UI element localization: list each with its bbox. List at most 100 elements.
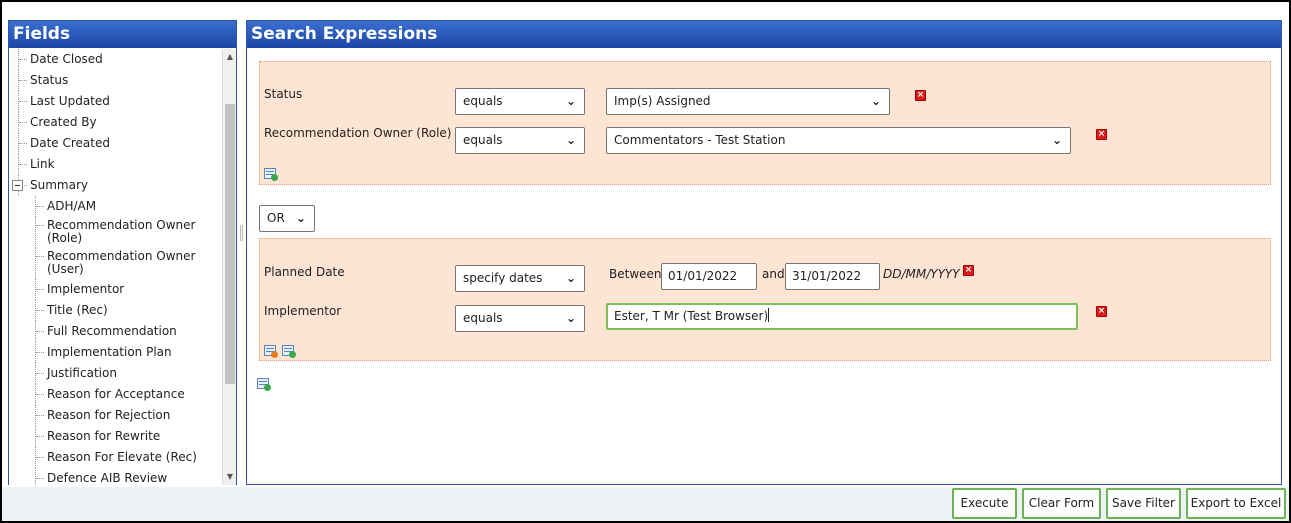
fields-tree: Date Closed Status Last Updated Created … bbox=[9, 49, 223, 485]
tree-item-full-recommendation[interactable]: Full Recommendation bbox=[9, 321, 223, 342]
search-panel-title: Search Expressions bbox=[247, 21, 1281, 48]
condition-field-label: Recommendation Owner (Role) bbox=[264, 126, 452, 140]
tree-item-adh-am[interactable]: ADH/AM bbox=[9, 196, 223, 217]
connector-select[interactable]: OR ⌄ bbox=[259, 205, 315, 232]
collapse-icon[interactable] bbox=[12, 180, 23, 191]
select-value: equals bbox=[463, 133, 503, 147]
tree-item-label: Date Closed bbox=[30, 52, 103, 66]
expression-group-1: Status equals ⌄ Imp(s) Assigned ⌄ × Reco… bbox=[259, 61, 1271, 185]
tree-item-summary[interactable]: Summary bbox=[9, 175, 223, 196]
chevron-down-icon: ⌄ bbox=[565, 311, 576, 325]
delete-condition-icon[interactable]: × bbox=[1096, 306, 1107, 317]
input-value: Ester, T Mr (Test Browser) bbox=[614, 309, 769, 323]
fields-panel: Fields Date Closed Status Last Updated C… bbox=[8, 20, 237, 485]
fields-panel-title: Fields bbox=[9, 21, 236, 48]
expression-group-2: Planned Date specify dates ⌄ Between 01/… bbox=[259, 238, 1271, 361]
operator-select[interactable]: specify dates ⌄ bbox=[455, 265, 585, 292]
remove-group-icon[interactable] bbox=[264, 345, 278, 358]
chevron-down-icon: ⌄ bbox=[565, 271, 576, 285]
tree-item-label: Title (Rec) bbox=[47, 303, 108, 317]
tree-item-implementor[interactable]: Implementor bbox=[9, 279, 223, 300]
action-toolbar: Execute Clear Form Save Filter Export to… bbox=[2, 487, 1289, 521]
save-filter-button[interactable]: Save Filter bbox=[1106, 488, 1181, 519]
tree-item-label: Link bbox=[30, 157, 55, 171]
chevron-down-icon: ⌄ bbox=[870, 94, 881, 108]
select-value: equals bbox=[463, 311, 503, 325]
delete-condition-icon[interactable]: × bbox=[963, 265, 974, 276]
delete-condition-icon[interactable]: × bbox=[915, 90, 926, 101]
tree-item-label: Recommendation Owner (User) bbox=[47, 249, 196, 276]
tree-item-link[interactable]: Link bbox=[9, 154, 223, 175]
tree-item-reason-elevate[interactable]: Reason For Elevate (Rec) bbox=[9, 447, 223, 468]
tree-item-label: Implementor bbox=[47, 282, 125, 296]
value-select[interactable]: Imp(s) Assigned ⌄ bbox=[606, 88, 890, 115]
select-value: equals bbox=[463, 94, 503, 108]
select-value: specify dates bbox=[463, 271, 543, 285]
condition-field-label: Implementor bbox=[264, 304, 342, 318]
tree-item-title-rec[interactable]: Title (Rec) bbox=[9, 300, 223, 321]
scroll-thumb[interactable] bbox=[225, 104, 235, 384]
tree-item-rec-owner-user[interactable]: Recommendation Owner (User) bbox=[9, 248, 223, 279]
chevron-down-icon: ⌄ bbox=[565, 94, 576, 108]
tree-item-implementation-plan[interactable]: Implementation Plan bbox=[9, 342, 223, 363]
tree-item-date-closed[interactable]: Date Closed bbox=[9, 49, 223, 70]
tree-item-date-created[interactable]: Date Created bbox=[9, 133, 223, 154]
operator-select[interactable]: equals ⌄ bbox=[455, 127, 585, 154]
operator-select[interactable]: equals ⌄ bbox=[455, 305, 585, 332]
add-group-icon[interactable] bbox=[257, 378, 271, 391]
condition-field-label: Status bbox=[264, 87, 303, 101]
delete-condition-icon[interactable]: × bbox=[1096, 129, 1107, 140]
tree-item-reason-acceptance[interactable]: Reason for Acceptance bbox=[9, 384, 223, 405]
tree-item-label: Justification bbox=[47, 366, 117, 380]
date-format-hint: DD/MM/YYYY bbox=[883, 267, 960, 281]
tree-item-label: Reason for Rejection bbox=[47, 408, 171, 422]
clear-form-button[interactable]: Clear Form bbox=[1022, 488, 1101, 519]
search-expressions-panel: Search Expressions Status equals ⌄ Imp(s… bbox=[246, 20, 1282, 485]
implementor-input[interactable]: Ester, T Mr (Test Browser) bbox=[606, 303, 1078, 330]
plus-badge bbox=[271, 174, 278, 181]
tree-item-label: Reason for Rewrite bbox=[47, 429, 161, 443]
tree-item-defence-aib-review[interactable]: Defence AIB Review bbox=[9, 468, 223, 485]
tree-item-label: Last Updated bbox=[30, 94, 110, 108]
tree-item-justification[interactable]: Justification bbox=[9, 363, 223, 384]
export-excel-button[interactable]: Export to Excel bbox=[1186, 488, 1286, 519]
tree-item-label: Created By bbox=[30, 115, 97, 129]
and-label: and bbox=[762, 267, 785, 281]
tree-item-label: Recommendation Owner (Role) bbox=[47, 218, 196, 245]
tree-item-label: Reason For Elevate (Rec) bbox=[47, 450, 197, 464]
tree-item-created-by[interactable]: Created By bbox=[9, 112, 223, 133]
tree-item-rec-owner-role[interactable]: Recommendation Owner (Role) bbox=[9, 217, 223, 248]
select-value: Imp(s) Assigned bbox=[614, 94, 711, 108]
scroll-up-icon[interactable]: ▲ bbox=[223, 49, 237, 65]
tree-item-reason-rejection[interactable]: Reason for Rejection bbox=[9, 405, 223, 426]
execute-button[interactable]: Execute bbox=[952, 488, 1017, 519]
tree-item-last-updated[interactable]: Last Updated bbox=[9, 91, 223, 112]
splitter-grip-icon[interactable] bbox=[240, 225, 243, 241]
tree-item-label: Summary bbox=[30, 178, 88, 192]
chevron-down-icon: ⌄ bbox=[565, 133, 576, 147]
tree-item-reason-rewrite[interactable]: Reason for Rewrite bbox=[9, 426, 223, 447]
value-select[interactable]: Commentators - Test Station ⌄ bbox=[606, 127, 1071, 154]
scroll-down-icon[interactable]: ▼ bbox=[223, 469, 237, 485]
from-date-input[interactable]: 01/01/2022 bbox=[661, 263, 757, 290]
add-condition-icon[interactable] bbox=[282, 345, 296, 358]
tree-item-label: Full Recommendation bbox=[47, 324, 177, 338]
chevron-down-icon: ⌄ bbox=[295, 211, 306, 225]
text-caret bbox=[768, 308, 770, 322]
plus-badge bbox=[289, 351, 296, 358]
chevron-down-icon: ⌄ bbox=[1051, 133, 1062, 147]
select-value: Commentators - Test Station bbox=[614, 133, 786, 147]
add-condition-icon[interactable] bbox=[264, 168, 278, 181]
tree-item-label: Implementation Plan bbox=[47, 345, 172, 359]
select-value: OR bbox=[267, 211, 285, 225]
fields-scrollbar[interactable]: ▲ ▼ bbox=[222, 49, 236, 485]
plus-badge bbox=[264, 384, 271, 391]
minus-badge bbox=[271, 351, 278, 358]
condition-field-label: Planned Date bbox=[264, 265, 345, 279]
to-date-input[interactable]: 31/01/2022 bbox=[785, 263, 880, 290]
tree-item-label: Date Created bbox=[30, 136, 110, 150]
panel-splitter[interactable] bbox=[239, 20, 245, 485]
operator-select[interactable]: equals ⌄ bbox=[455, 88, 585, 115]
tree-item-status[interactable]: Status bbox=[9, 70, 223, 91]
tree-item-label: ADH/AM bbox=[47, 199, 97, 213]
